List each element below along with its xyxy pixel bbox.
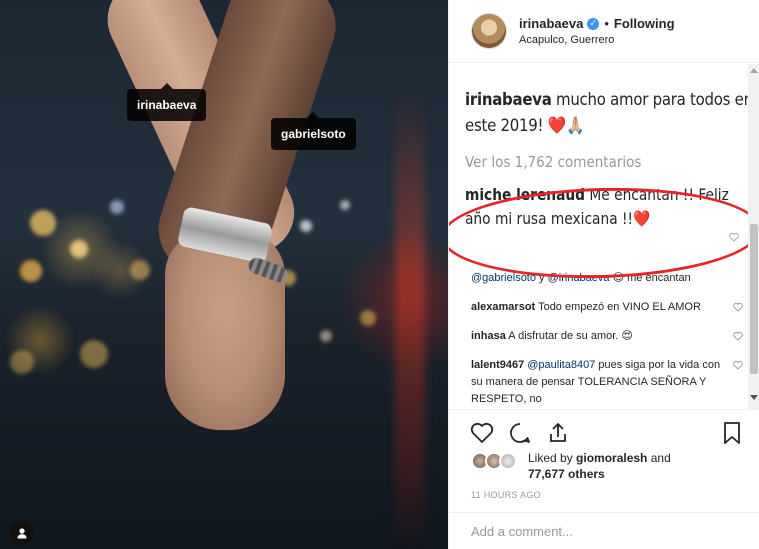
scroll-down-arrow-icon[interactable] [750,395,758,400]
highlighted-comment: miche lerenaud Me encantan !! Feliz año … [465,183,748,231]
comment-list: @gabrielsoto y @irinabaeva 😍 me encantan… [471,270,743,409]
list-item: lalent9467 @paulita8407 pues siga por la… [471,357,743,408]
comment-icon[interactable] [507,420,533,446]
heart-icon[interactable] [733,331,743,341]
likes-text: Liked by giomoralesh and 77,677 others [528,450,728,482]
comment-text: 😍 me encantan [609,272,691,284]
likes-summary: Liked by giomoralesh and 77,677 others [471,450,741,486]
list-item: inhasa A disfrutar de su amor. 😍 [471,328,743,345]
comment-username[interactable]: alexamarsot [471,301,535,313]
comment-text: Todo empezó en VINO EL AMOR [535,301,701,313]
list-item: @gabrielsoto y @irinabaeva 😍 me encantan [471,270,721,287]
bookmark-icon[interactable] [719,420,745,446]
heart-icon[interactable] [729,232,739,242]
person-icon[interactable] [10,521,34,545]
view-all-comments-link[interactable]: Ver los 1,762 comentarios [465,153,720,171]
post-photo[interactable]: irinabaeva gabrielsoto [0,0,448,549]
post-timestamp[interactable]: 11 HOURS AGO [471,490,541,500]
likes-prefix: Liked by [528,451,577,465]
heart-icon[interactable] [733,302,743,312]
comment-connector: y [535,272,548,284]
scrolled-text-fragment [465,64,748,73]
separator-dot: • [604,16,609,31]
mention-link[interactable]: @irinabaeva [548,272,610,284]
heart-icon[interactable] [469,420,495,446]
header-username[interactable]: irinabaeva [519,16,583,31]
comments-section[interactable]: irinabaeva mucho amor para todos en este… [449,64,748,409]
photo-tag-gabrielsoto[interactable]: gabrielsoto [271,112,356,150]
red-light-streak [395,90,425,549]
comment-username[interactable]: lalent9467 [471,359,524,371]
holding-hands [165,230,285,430]
mention-link[interactable]: @gabrielsoto [471,272,536,284]
avatar[interactable] [471,13,507,49]
verified-badge-icon: ✓ [587,17,600,30]
liker-username[interactable]: giomoralesh [576,451,647,465]
mention-link[interactable]: @paulita8407 [524,359,595,371]
likes-connector: and [647,451,671,465]
list-item: alexamarsot Todo empezó en VINO EL AMOR [471,299,743,316]
location-link[interactable]: Acapulco, Guerrero [519,34,675,46]
comment-input[interactable] [471,523,731,539]
scroll-thumb[interactable] [750,224,758,374]
heart-icon[interactable] [733,360,743,370]
post-details-panel: irinabaeva ✓ • Following Acapulco, Guerr… [448,0,759,549]
liker-avatars[interactable] [471,452,521,472]
scroll-up-arrow-icon[interactable] [750,68,758,73]
share-icon[interactable] [545,420,571,446]
comments-scrollbar[interactable] [748,64,759,409]
add-comment-bar [449,512,759,549]
comment-username[interactable]: inhasa [471,330,506,342]
action-bar [449,409,759,453]
caption-username[interactable]: irinabaeva [465,90,552,110]
comment-username[interactable]: miche lerenaud [465,185,585,204]
comment-text: A disfrutar de su amor. 😍 [505,330,633,342]
photo-tag-irinabaeva[interactable]: irinabaeva [127,83,207,121]
likes-count-link[interactable]: 77,677 others [528,467,605,481]
post-header: irinabaeva ✓ • Following Acapulco, Guerr… [449,0,759,63]
following-button[interactable]: Following [614,16,675,31]
post-caption: irinabaeva mucho amor para todos en este… [465,87,748,139]
avatar [499,452,517,470]
